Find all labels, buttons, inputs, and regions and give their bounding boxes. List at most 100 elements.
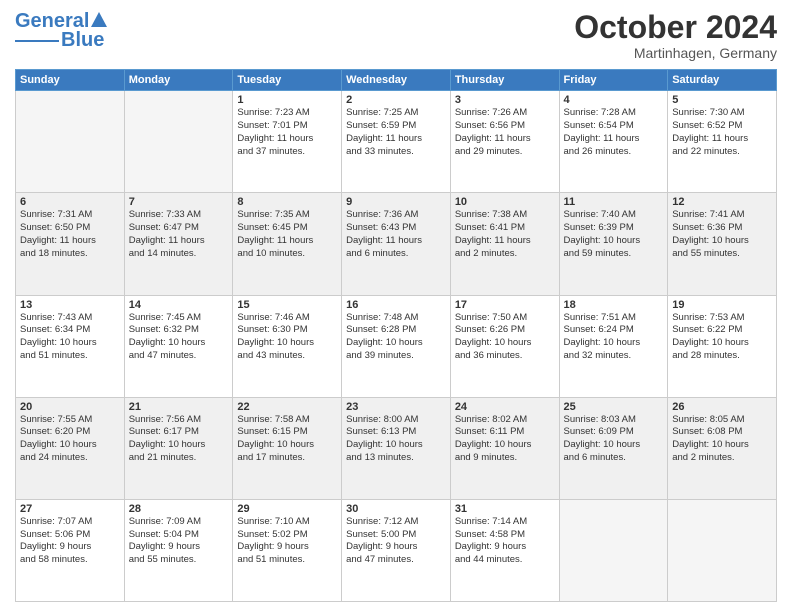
day-content-line: Sunrise: 7:35 AM: [237, 209, 337, 222]
day-content-line: and 21 minutes.: [129, 452, 229, 465]
day-content-line: Sunset: 4:58 PM: [455, 529, 555, 542]
day-content-line: and 26 minutes.: [564, 146, 664, 159]
day-content-line: Sunrise: 7:45 AM: [129, 312, 229, 325]
day-content-line: Sunrise: 8:03 AM: [564, 414, 664, 427]
day-content-line: Daylight: 10 hours: [346, 439, 446, 452]
day-content-line: Sunset: 6:26 PM: [455, 324, 555, 337]
calendar-week-row: 6Sunrise: 7:31 AMSunset: 6:50 PMDaylight…: [16, 193, 777, 295]
calendar-cell: [559, 499, 668, 601]
day-number: 3: [455, 94, 555, 106]
day-header-thursday: Thursday: [450, 70, 559, 91]
day-number: 10: [455, 196, 555, 208]
day-content-line: Daylight: 10 hours: [455, 439, 555, 452]
day-header-tuesday: Tuesday: [233, 70, 342, 91]
day-content-line: Daylight: 10 hours: [129, 439, 229, 452]
day-content-line: and 58 minutes.: [20, 554, 120, 567]
day-content-line: and 22 minutes.: [672, 146, 772, 159]
day-content-line: and 9 minutes.: [455, 452, 555, 465]
day-content-line: Sunset: 6:52 PM: [672, 120, 772, 133]
day-content-line: Sunset: 5:02 PM: [237, 529, 337, 542]
day-content-line: Sunrise: 8:05 AM: [672, 414, 772, 427]
day-content-line: Sunset: 6:13 PM: [346, 426, 446, 439]
day-content-line: Sunrise: 7:28 AM: [564, 107, 664, 120]
day-content-line: Sunrise: 7:07 AM: [20, 516, 120, 529]
day-content-line: and 55 minutes.: [129, 554, 229, 567]
calendar-cell: 12Sunrise: 7:41 AMSunset: 6:36 PMDayligh…: [668, 193, 777, 295]
calendar-cell: [16, 91, 125, 193]
day-content-line: and 14 minutes.: [129, 248, 229, 261]
day-content-line: and 55 minutes.: [672, 248, 772, 261]
day-content-line: Daylight: 9 hours: [346, 541, 446, 554]
calendar-cell: 19Sunrise: 7:53 AMSunset: 6:22 PMDayligh…: [668, 295, 777, 397]
calendar-cell: 31Sunrise: 7:14 AMSunset: 4:58 PMDayligh…: [450, 499, 559, 601]
day-content-line: and 17 minutes.: [237, 452, 337, 465]
day-header-friday: Friday: [559, 70, 668, 91]
day-content-line: Sunset: 6:11 PM: [455, 426, 555, 439]
day-content-line: Sunset: 6:39 PM: [564, 222, 664, 235]
day-content-line: and 2 minutes.: [455, 248, 555, 261]
day-number: 16: [346, 299, 446, 311]
day-number: 1: [237, 94, 337, 106]
logo-line: [15, 40, 59, 42]
day-content-line: Daylight: 10 hours: [455, 337, 555, 350]
calendar-cell: 29Sunrise: 7:10 AMSunset: 5:02 PMDayligh…: [233, 499, 342, 601]
day-content-line: Sunset: 6:43 PM: [346, 222, 446, 235]
day-content-line: and 13 minutes.: [346, 452, 446, 465]
day-content-line: and 6 minutes.: [564, 452, 664, 465]
day-content-line: Sunset: 6:36 PM: [672, 222, 772, 235]
day-content-line: and 29 minutes.: [455, 146, 555, 159]
day-content-line: Sunset: 6:56 PM: [455, 120, 555, 133]
day-content-line: Sunset: 6:30 PM: [237, 324, 337, 337]
day-content-line: Sunset: 7:01 PM: [237, 120, 337, 133]
calendar-cell: 22Sunrise: 7:58 AMSunset: 6:15 PMDayligh…: [233, 397, 342, 499]
day-content-line: Daylight: 10 hours: [237, 337, 337, 350]
day-content-line: Sunset: 6:09 PM: [564, 426, 664, 439]
day-number: 8: [237, 196, 337, 208]
day-number: 12: [672, 196, 772, 208]
day-content-line: Daylight: 11 hours: [672, 133, 772, 146]
day-content-line: and 6 minutes.: [346, 248, 446, 261]
day-number: 7: [129, 196, 229, 208]
day-content-line: Daylight: 10 hours: [564, 235, 664, 248]
day-number: 25: [564, 401, 664, 413]
day-content-line: Sunset: 5:04 PM: [129, 529, 229, 542]
day-number: 31: [455, 503, 555, 515]
day-content-line: Sunset: 6:47 PM: [129, 222, 229, 235]
day-content-line: Daylight: 11 hours: [20, 235, 120, 248]
calendar-cell: 17Sunrise: 7:50 AMSunset: 6:26 PMDayligh…: [450, 295, 559, 397]
day-content-line: Sunrise: 7:31 AM: [20, 209, 120, 222]
day-content-line: and 59 minutes.: [564, 248, 664, 261]
calendar-week-row: 13Sunrise: 7:43 AMSunset: 6:34 PMDayligh…: [16, 295, 777, 397]
day-number: 30: [346, 503, 446, 515]
day-content-line: Daylight: 10 hours: [672, 337, 772, 350]
day-content-line: Sunset: 6:15 PM: [237, 426, 337, 439]
day-content-line: and 44 minutes.: [455, 554, 555, 567]
day-number: 26: [672, 401, 772, 413]
calendar-week-row: 20Sunrise: 7:55 AMSunset: 6:20 PMDayligh…: [16, 397, 777, 499]
day-content-line: Sunrise: 7:56 AM: [129, 414, 229, 427]
day-content-line: Sunrise: 7:12 AM: [346, 516, 446, 529]
day-header-wednesday: Wednesday: [342, 70, 451, 91]
calendar-cell: 3Sunrise: 7:26 AMSunset: 6:56 PMDaylight…: [450, 91, 559, 193]
calendar-cell: [668, 499, 777, 601]
page-header: General Blue October 2024 Martinhagen, G…: [15, 10, 777, 61]
day-content-line: Sunrise: 7:40 AM: [564, 209, 664, 222]
calendar-cell: [124, 91, 233, 193]
calendar-cell: 25Sunrise: 8:03 AMSunset: 6:09 PMDayligh…: [559, 397, 668, 499]
calendar-cell: 9Sunrise: 7:36 AMSunset: 6:43 PMDaylight…: [342, 193, 451, 295]
day-content-line: Daylight: 11 hours: [564, 133, 664, 146]
day-content-line: and 18 minutes.: [20, 248, 120, 261]
day-header-sunday: Sunday: [16, 70, 125, 91]
day-content-line: Sunrise: 8:00 AM: [346, 414, 446, 427]
calendar-cell: 24Sunrise: 8:02 AMSunset: 6:11 PMDayligh…: [450, 397, 559, 499]
day-content-line: Sunset: 6:22 PM: [672, 324, 772, 337]
title-block: October 2024 Martinhagen, Germany: [574, 10, 777, 61]
day-content-line: Daylight: 11 hours: [455, 235, 555, 248]
calendar-cell: 15Sunrise: 7:46 AMSunset: 6:30 PMDayligh…: [233, 295, 342, 397]
calendar-cell: 27Sunrise: 7:07 AMSunset: 5:06 PMDayligh…: [16, 499, 125, 601]
day-content-line: Sunrise: 7:43 AM: [20, 312, 120, 325]
day-content-line: Sunrise: 7:41 AM: [672, 209, 772, 222]
day-content-line: Sunset: 6:20 PM: [20, 426, 120, 439]
day-content-line: Sunrise: 7:09 AM: [129, 516, 229, 529]
day-content-line: Sunset: 5:06 PM: [20, 529, 120, 542]
